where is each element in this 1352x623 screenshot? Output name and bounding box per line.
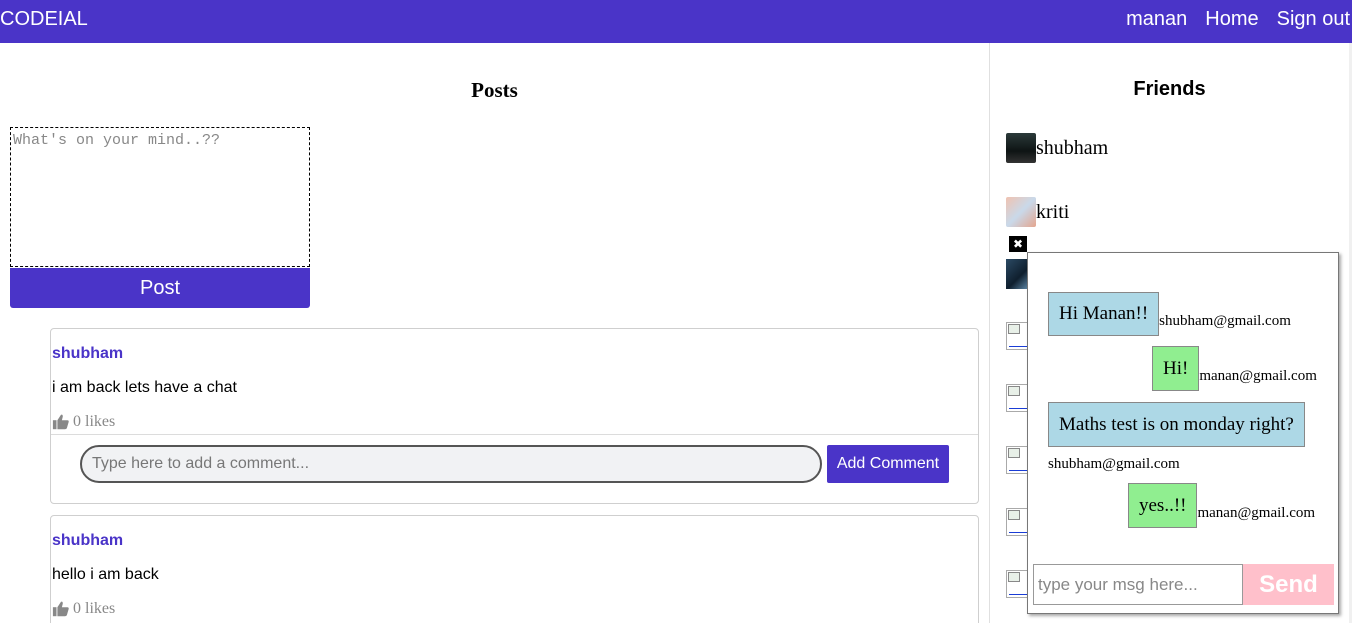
message-sender: manan@gmail.com [1197, 505, 1316, 521]
chat-message-input[interactable] [1033, 564, 1243, 605]
thumbs-up-icon [52, 414, 69, 430]
broken-image-icon[interactable] [1006, 322, 1028, 350]
chat-box: Hi Manan!! shubham@gmail.com Hi! manan@g… [1027, 252, 1339, 614]
comment-input[interactable] [80, 445, 822, 483]
broken-image-icon[interactable] [1006, 384, 1028, 412]
message-bubble: Hi Manan!! [1048, 292, 1160, 336]
close-icon[interactable]: ✖ [1009, 236, 1027, 252]
like-button[interactable]: 0 likes [52, 413, 115, 431]
post-button[interactable]: Post [10, 268, 310, 308]
add-comment-button[interactable]: Add Comment [827, 445, 949, 483]
navbar: CODEIAL manan Home Sign out [0, 0, 1352, 43]
post-card: shubham i am back lets have a chat 0 lik… [50, 328, 979, 504]
chat-message: Hi Manan!! shubham@gmail.com [1048, 292, 1291, 336]
post-card: shubham hello i am back 0 likes [50, 515, 979, 623]
brand-logo[interactable]: CODEIAL [0, 8, 88, 31]
send-button[interactable]: Send [1243, 564, 1334, 605]
like-button[interactable]: 0 likes [52, 600, 115, 618]
post-author[interactable]: shubham [52, 532, 123, 550]
message-sender: shubham@gmail.com [1048, 456, 1180, 472]
chat-message: yes..!! manan@gmail.com [1128, 483, 1315, 528]
friend-avatar [1006, 133, 1036, 163]
message-bubble: yes..!! [1128, 483, 1198, 528]
friends-title: Friends [1133, 78, 1206, 100]
section-divider [989, 43, 990, 623]
comment-divider [51, 434, 978, 435]
friend-item[interactable]: shubham [1006, 133, 1108, 163]
friend-name[interactable]: shubham [1036, 137, 1108, 160]
message-sender: shubham@gmail.com [1159, 313, 1291, 329]
nav-user-link[interactable]: manan [1126, 8, 1187, 31]
friend-avatar [1006, 197, 1036, 227]
post-author[interactable]: shubham [52, 345, 123, 363]
broken-image-icon[interactable] [1006, 570, 1028, 598]
message-bubble: Maths test is on monday right? [1048, 402, 1305, 447]
broken-image-icon[interactable] [1006, 508, 1028, 536]
message-bubble: Hi! [1152, 346, 1200, 391]
posts-title: Posts [471, 78, 518, 102]
post-textarea[interactable] [10, 127, 310, 267]
message-sender: manan@gmail.com [1199, 368, 1317, 384]
likes-count: 0 likes [73, 600, 116, 617]
friend-name[interactable]: kriti [1036, 201, 1069, 224]
nav-links: manan Home Sign out [1126, 8, 1350, 31]
chat-message: Hi! manan@gmail.com [1152, 346, 1317, 391]
post-content: hello i am back [52, 566, 159, 583]
thumbs-up-icon [52, 601, 69, 617]
nav-home-link[interactable]: Home [1205, 8, 1258, 31]
post-content: i am back lets have a chat [52, 379, 237, 396]
chat-message: Maths test is on monday right? [1048, 402, 1318, 447]
friend-avatar[interactable] [1006, 259, 1028, 289]
likes-count: 0 likes [73, 413, 116, 430]
friend-item[interactable]: kriti [1006, 197, 1069, 227]
nav-signout-link[interactable]: Sign out [1277, 8, 1350, 31]
broken-image-icon[interactable] [1006, 446, 1028, 474]
